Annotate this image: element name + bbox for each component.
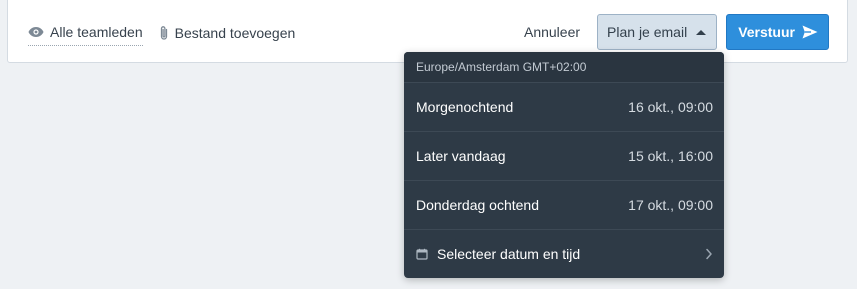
attach-file-button[interactable]: Bestand toevoegen [159,24,296,41]
paper-plane-icon [795,25,818,39]
eye-icon [28,26,44,38]
schedule-menu: Europe/Amsterdam GMT+02:00 Morgenochtend… [404,52,724,278]
schedule-option-label: Donderdag ochtend [416,197,539,213]
schedule-option-label: Later vandaag [416,148,506,164]
schedule-option-tomorrow-morning[interactable]: Morgenochtend 16 okt., 09:00 [404,83,724,132]
timezone-label: Europe/Amsterdam GMT+02:00 [404,52,724,83]
custom-option-lead: Selecteer datum en tijd [416,246,580,262]
chevron-right-icon [705,248,713,260]
schedule-option-time: 17 okt., 09:00 [628,197,713,213]
cancel-button[interactable]: Annuleer [524,24,580,40]
schedule-option-time: 16 okt., 09:00 [628,99,713,115]
toolbar-left: Alle teamleden Bestand toevoegen [28,19,295,46]
attach-file-label: Bestand toevoegen [174,24,296,41]
calendar-icon [416,248,437,260]
visibility-label: Alle teamleden [50,24,143,40]
schedule-option-custom[interactable]: Selecteer datum en tijd [404,230,724,278]
toolbar-right: Annuleer Plan je email Verstuur [524,14,829,50]
schedule-option-label: Morgenochtend [416,99,514,115]
send-label: Verstuur [738,24,795,40]
schedule-option-thursday-morning[interactable]: Donderdag ochtend 17 okt., 09:00 [404,181,724,230]
caret-up-icon [696,29,707,35]
schedule-option-later-today[interactable]: Later vandaag 15 okt., 16:00 [404,132,724,181]
schedule-option-time: 15 okt., 16:00 [628,148,713,164]
paperclip-icon [159,25,169,41]
send-button[interactable]: Verstuur [726,14,829,50]
schedule-email-label: Plan je email [607,24,688,40]
visibility-selector[interactable]: Alle teamleden [28,24,143,46]
custom-option-label: Selecteer datum en tijd [437,246,581,262]
schedule-email-button[interactable]: Plan je email [597,14,718,50]
